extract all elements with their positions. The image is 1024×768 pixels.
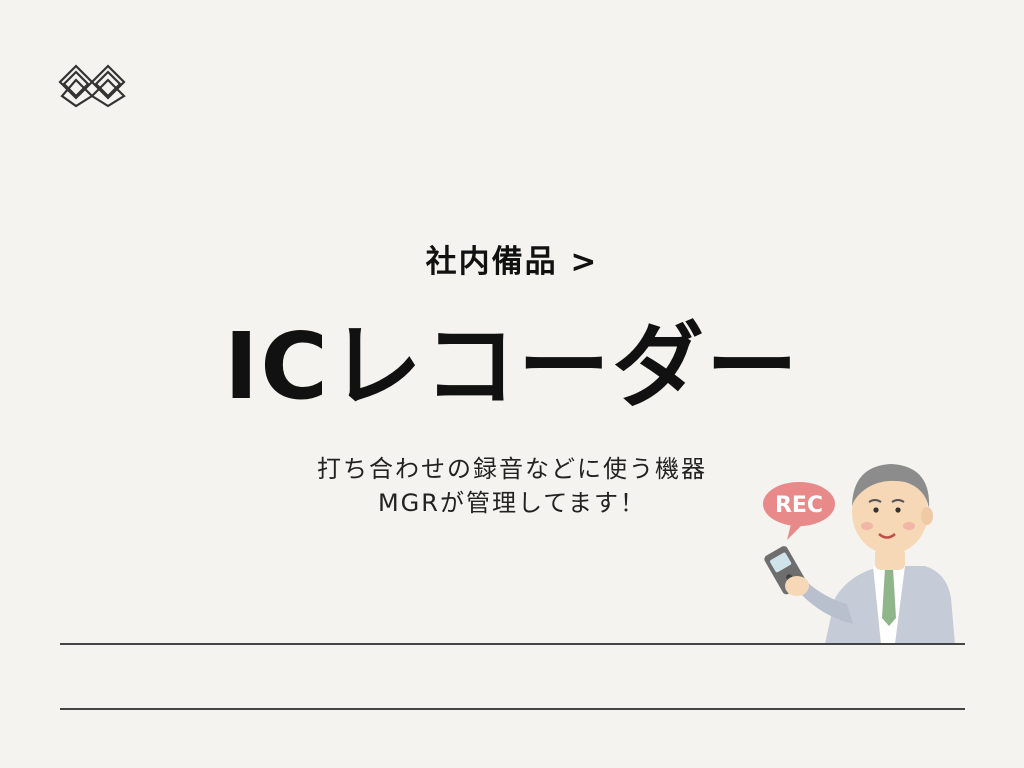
ear bbox=[921, 507, 933, 525]
divider-line-bottom bbox=[60, 708, 965, 710]
logo-icon bbox=[58, 64, 126, 108]
eye-right bbox=[895, 507, 901, 513]
hand bbox=[785, 576, 809, 596]
divider-line-top bbox=[60, 643, 965, 645]
businessman-recorder-illustration: REC bbox=[763, 464, 955, 644]
breadcrumb-category: 社内備品 > bbox=[425, 244, 599, 280]
eye-left bbox=[873, 507, 879, 513]
page-title: ICレコーダー bbox=[224, 313, 800, 420]
rec-speech-bubble: REC bbox=[763, 482, 835, 540]
rec-badge-text: REC bbox=[775, 493, 823, 518]
